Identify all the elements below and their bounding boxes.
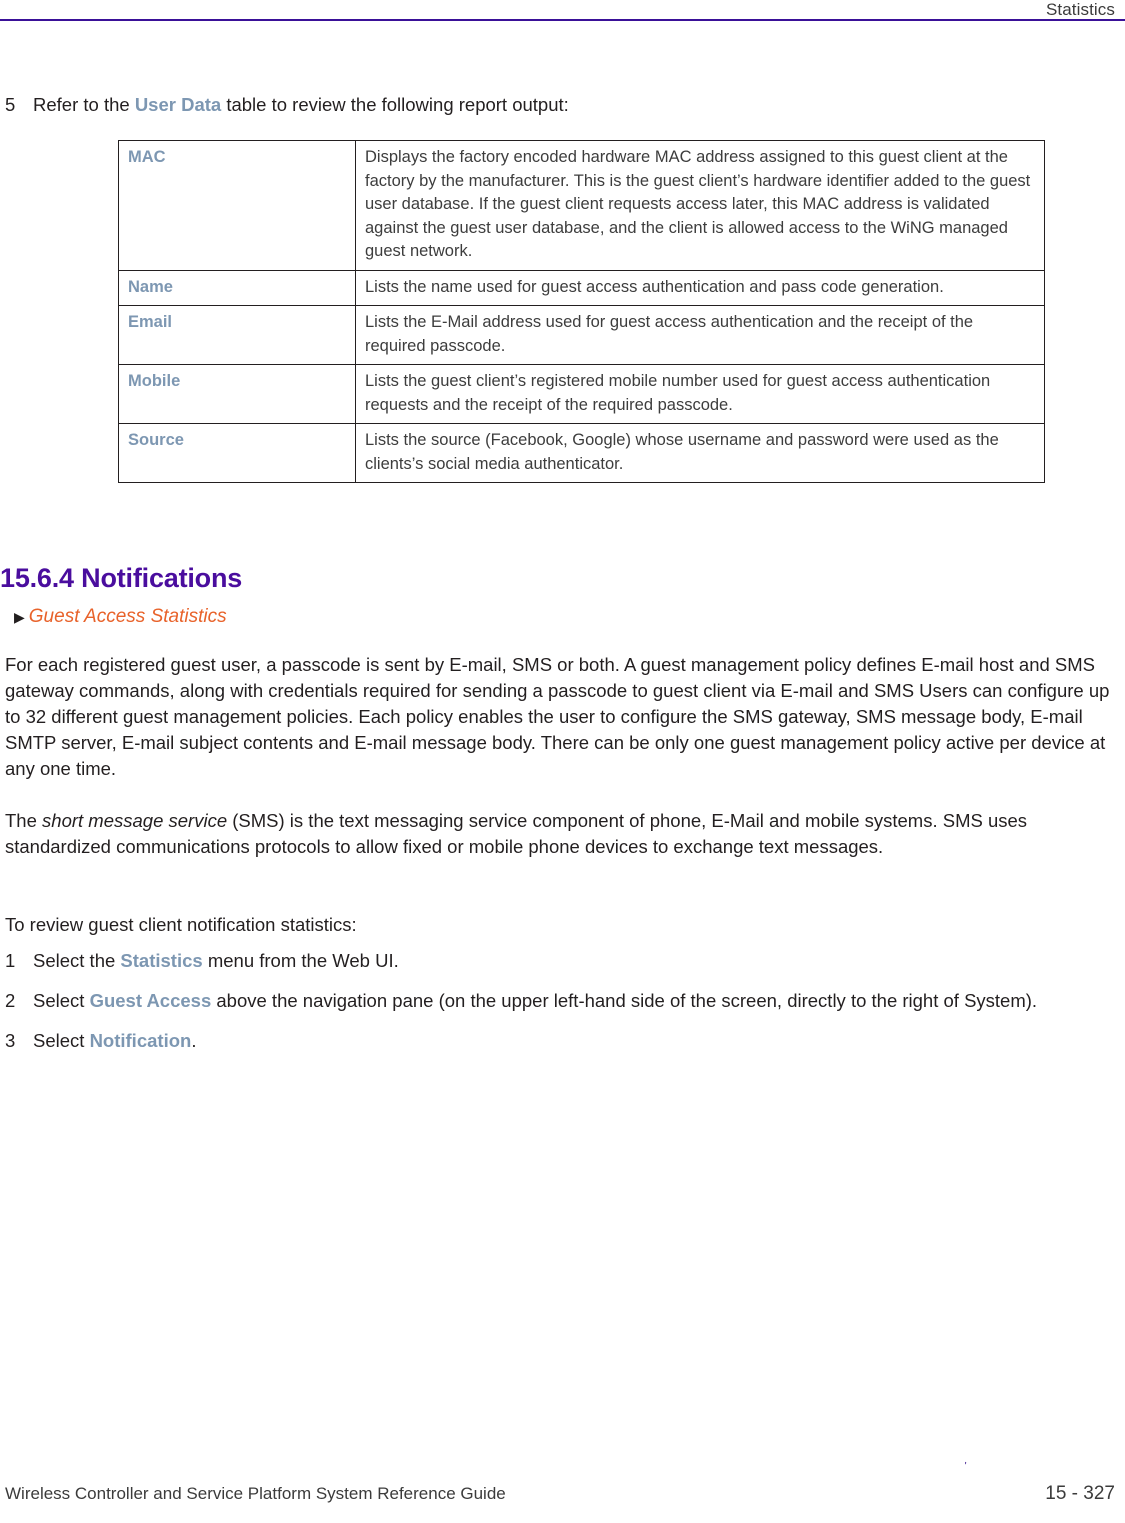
page-footer: Wireless Controller and Service Platform… [0, 1447, 1125, 1523]
step-item: 2 Select Guest Access above the navigati… [5, 988, 1115, 1014]
step-text: Refer to the User Data table to review t… [33, 92, 1120, 118]
step-item: 3 Select Notification. [5, 1028, 1115, 1054]
inline-term-notification: Notification [89, 1030, 192, 1051]
paragraph-procedure-lead-in: To review guest client notification stat… [5, 914, 357, 935]
inline-term-user-data: User Data [134, 94, 222, 115]
step-text-after: . [191, 1030, 197, 1051]
footer-page-number: 15 - 327 [1045, 1483, 1115, 1504]
table-cell-description: Lists the E-Mail address used for guest … [355, 305, 1045, 365]
step-number: 1 [5, 950, 16, 971]
section-heading: 15.6.4 Notifications [0, 563, 243, 593]
step-item: 1 Select the Statistics menu from the We… [5, 948, 1115, 974]
table-row: Name Lists the name used for guest acces… [118, 269, 1045, 306]
step-text-before: Select the [33, 950, 121, 971]
table-cell-term: Source [118, 423, 356, 483]
diagonal-slash-icon [965, 1461, 1023, 1523]
table-row: Email Lists the E-Mail address used for … [118, 305, 1045, 365]
step-number: 3 [5, 1030, 16, 1051]
procedure-step-list: 1 Select the Statistics menu from the We… [5, 948, 1115, 1054]
step-item: 5 Refer to the User Data table to review… [5, 92, 1120, 118]
step-text-after: table to review the following report out… [221, 94, 569, 115]
inline-term-guest-access: Guest Access [89, 990, 212, 1011]
step-text-before: Select [33, 990, 90, 1011]
table-cell-term: Email [118, 305, 356, 365]
step-text: Select Notification. [33, 1028, 1115, 1054]
step-text: Select the Statistics menu from the Web … [33, 948, 1115, 974]
step-text-before: Refer to the [33, 94, 135, 115]
step-text: Select Guest Access above the navigation… [33, 988, 1115, 1014]
table-row: MAC Displays the factory encoded hardwar… [118, 140, 1045, 271]
footer-guide-title: Wireless Controller and Service Platform… [5, 1484, 506, 1503]
paragraph-sms-definition: The short message service (SMS) is the t… [5, 808, 1115, 860]
paragraph-intro: For each registered guest user, a passco… [5, 654, 1110, 779]
table-cell-description: Displays the factory encoded hardware MA… [355, 140, 1045, 271]
italic-term-short-message-service: short message service [42, 810, 228, 831]
table-row: Mobile Lists the guest client’s register… [118, 364, 1045, 424]
user-data-table-body: MAC Displays the factory encoded hardwar… [118, 140, 1045, 483]
step-text-after: above the navigation pane (on the upper … [211, 990, 1038, 1011]
paragraph-text-before: The [5, 810, 43, 831]
table-cell-term: MAC [118, 140, 356, 271]
table-cell-description: Lists the name used for guest access aut… [355, 269, 1045, 306]
step-text-before: Select [33, 1030, 90, 1051]
header-title: Statistics [1045, 0, 1115, 19]
table-row: Source Lists the source (Facebook, Googl… [118, 423, 1045, 483]
table-cell-description: Lists the guest client’s registered mobi… [355, 364, 1045, 424]
crossref-label: Guest Access Statistics [28, 606, 227, 627]
step-text-after: menu from the Web UI. [202, 950, 399, 971]
crossref-link[interactable]: ▶ Guest Access Statistics [14, 604, 227, 630]
table-cell-term: Name [118, 269, 356, 306]
table-cell-term: Mobile [118, 364, 356, 424]
step-number: 2 [5, 990, 16, 1011]
triangle-right-icon: ▶ [14, 609, 25, 625]
table-cell-description: Lists the source (Facebook, Google) whos… [355, 423, 1045, 483]
inline-term-statistics: Statistics [120, 950, 203, 971]
user-data-table: MAC Displays the factory encoded hardwar… [118, 140, 1045, 483]
header-rule-divider [0, 19, 1125, 21]
step-5-row: 5 Refer to the User Data table to review… [5, 92, 1120, 118]
step-number: 5 [5, 94, 16, 115]
